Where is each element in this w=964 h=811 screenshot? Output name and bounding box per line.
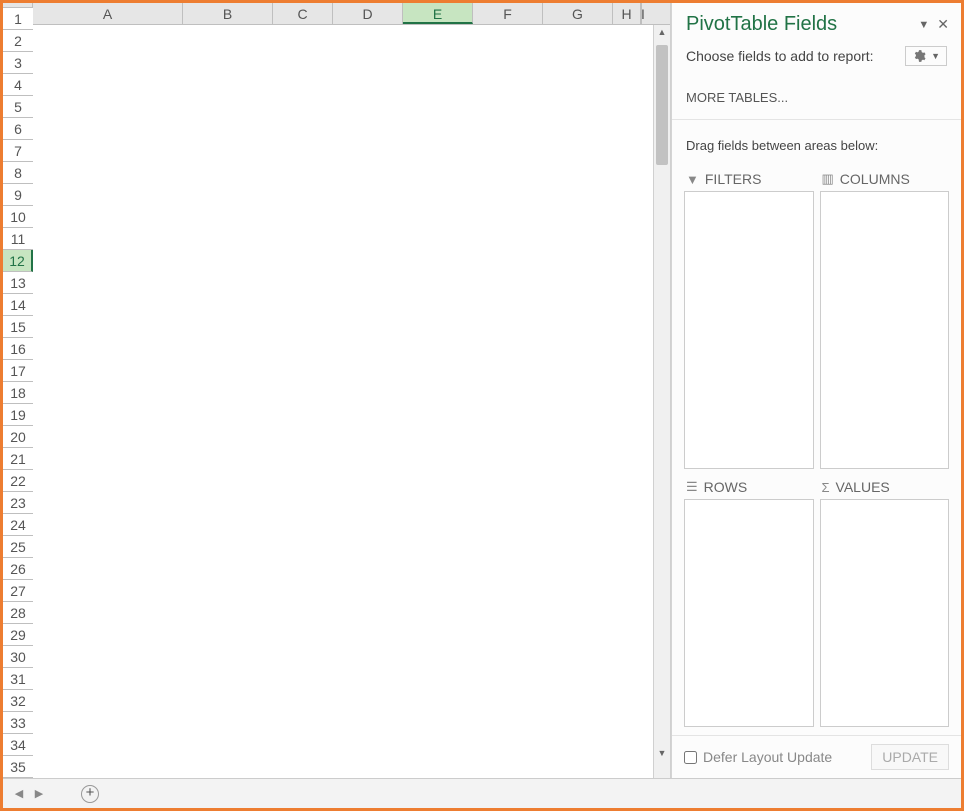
row-header-17[interactable]: 17	[3, 360, 33, 382]
row-header-15[interactable]: 15	[3, 316, 33, 338]
row-header-28[interactable]: 28	[3, 602, 33, 624]
rows-area[interactable]: ☰ROWS	[684, 475, 814, 727]
column-header-H[interactable]: H	[613, 3, 641, 24]
column-header-I[interactable]: I	[641, 3, 642, 24]
defer-layout-label: Defer Layout Update	[703, 749, 832, 765]
row-header-32[interactable]: 32	[3, 690, 33, 712]
row-header-20[interactable]: 20	[3, 426, 33, 448]
row-header-34[interactable]: 34	[3, 734, 33, 756]
spreadsheet-area: 1234567891011121314151617181920212223242…	[3, 3, 671, 778]
defer-layout-checkbox[interactable]	[684, 751, 697, 764]
close-icon[interactable]: ✕	[937, 16, 949, 33]
update-button[interactable]: UPDATE	[871, 744, 949, 770]
row-header-3[interactable]: 3	[3, 52, 33, 74]
sigma-icon: Σ	[822, 480, 830, 495]
row-header-12[interactable]: 12	[3, 250, 33, 272]
scroll-down-icon[interactable]: ▼	[654, 748, 670, 758]
row-header-7[interactable]: 7	[3, 140, 33, 162]
row-header-4[interactable]: 4	[3, 74, 33, 96]
column-header-A[interactable]: A	[33, 3, 183, 24]
scroll-up-icon[interactable]: ▲	[654, 27, 670, 37]
column-header-C[interactable]: C	[273, 3, 333, 24]
column-header-D[interactable]: D	[333, 3, 403, 24]
pivottable-fields-pane: PivotTable Fields ▼ ✕ Choose fields to a…	[671, 3, 961, 778]
pane-title: PivotTable Fields	[686, 13, 912, 36]
rows-icon: ☰	[686, 479, 698, 495]
row-header-25[interactable]: 25	[3, 536, 33, 558]
tab-nav-prev-icon[interactable]: ▶	[29, 787, 49, 800]
row-header-33[interactable]: 33	[3, 712, 33, 734]
vertical-scrollbar[interactable]: ▲ ▼	[653, 25, 670, 778]
row-header-14[interactable]: 14	[3, 294, 33, 316]
filters-area[interactable]: ▼FILTERS	[684, 167, 814, 469]
row-header-27[interactable]: 27	[3, 580, 33, 602]
row-header-26[interactable]: 26	[3, 558, 33, 580]
row-header-18[interactable]: 18	[3, 382, 33, 404]
field-list-options[interactable]: ▼	[905, 46, 947, 66]
row-header-29[interactable]: 29	[3, 624, 33, 646]
row-header-8[interactable]: 8	[3, 162, 33, 184]
row-header-5[interactable]: 5	[3, 96, 33, 118]
columns-icon: ▥	[822, 171, 834, 187]
column-header-E[interactable]: E	[403, 3, 473, 24]
sheet-tab-strip: ◀ ▶ +	[3, 778, 961, 808]
row-header-19[interactable]: 19	[3, 404, 33, 426]
gear-icon	[912, 49, 926, 63]
pane-subtitle: Choose fields to add to report:	[686, 48, 874, 64]
row-header-9[interactable]: 9	[3, 184, 33, 206]
values-area[interactable]: ΣVALUES	[820, 475, 950, 727]
row-header-23[interactable]: 23	[3, 492, 33, 514]
row-header-1[interactable]: 1	[3, 8, 33, 30]
row-header-6[interactable]: 6	[3, 118, 33, 140]
row-header-13[interactable]: 13	[3, 272, 33, 294]
filter-icon: ▼	[686, 172, 699, 187]
row-header-16[interactable]: 16	[3, 338, 33, 360]
columns-area[interactable]: ▥COLUMNS	[820, 167, 950, 469]
column-header-B[interactable]: B	[183, 3, 273, 24]
drag-hint: Drag fields between areas below:	[672, 119, 961, 163]
scrollbar-thumb[interactable]	[656, 45, 668, 165]
row-header-21[interactable]: 21	[3, 448, 33, 470]
pane-options-icon[interactable]: ▼	[918, 19, 929, 31]
row-header-24[interactable]: 24	[3, 514, 33, 536]
row-header-35[interactable]: 35	[3, 756, 33, 778]
row-header-22[interactable]: 22	[3, 470, 33, 492]
row-header-2[interactable]: 2	[3, 30, 33, 52]
column-header-F[interactable]: F	[473, 3, 543, 24]
row-header-30[interactable]: 30	[3, 646, 33, 668]
add-sheet-button[interactable]: +	[81, 785, 99, 803]
row-header-11[interactable]: 11	[3, 228, 33, 250]
row-header-10[interactable]: 10	[3, 206, 33, 228]
more-tables-link[interactable]: MORE TABLES...	[672, 80, 961, 109]
tab-nav-first-icon[interactable]: ◀	[9, 787, 29, 800]
row-header-31[interactable]: 31	[3, 668, 33, 690]
column-header-G[interactable]: G	[543, 3, 613, 24]
